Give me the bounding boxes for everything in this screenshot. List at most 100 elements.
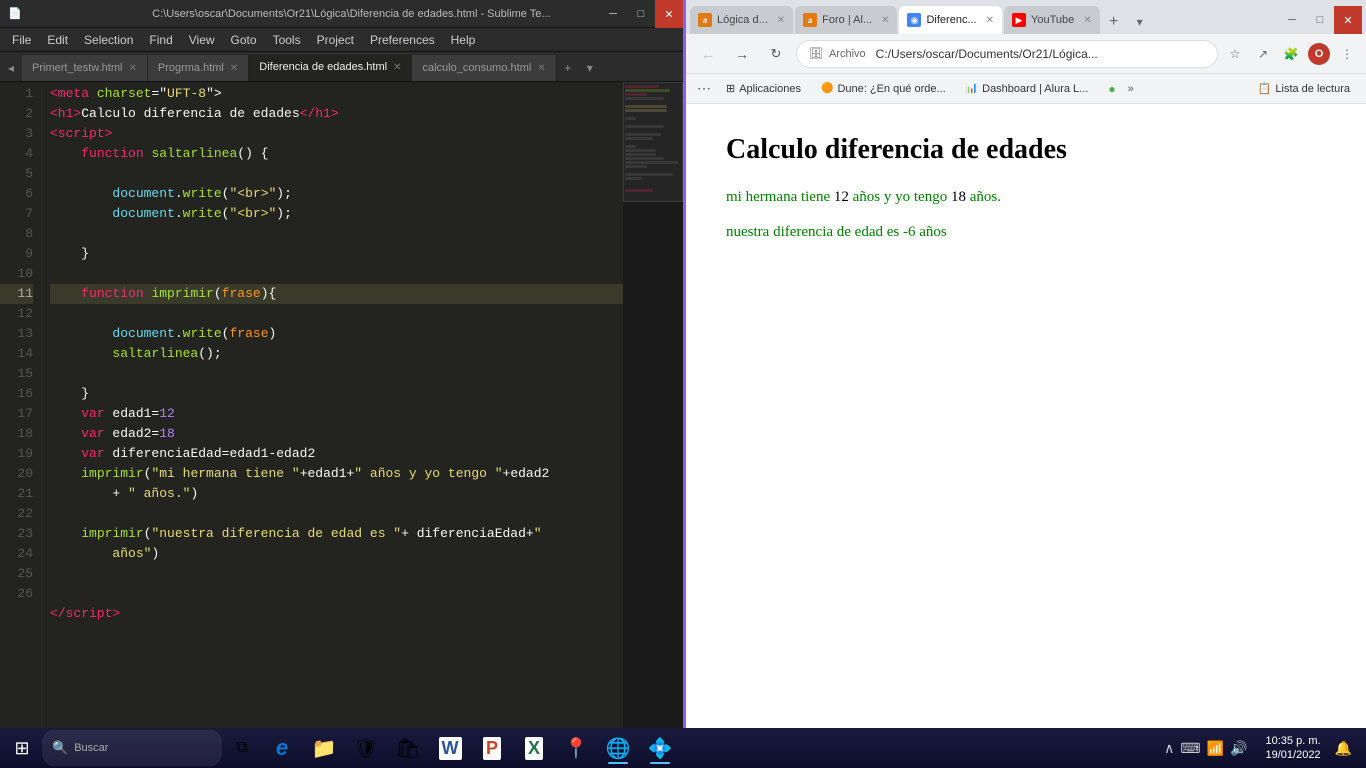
security-icon: 🛡 xyxy=(353,736,378,761)
browser-tab-youtube[interactable]: ▶ YouTube ✕ xyxy=(1004,6,1100,34)
taskview-button[interactable]: ⧉ xyxy=(224,730,260,766)
search-button[interactable]: 🔍 Buscar xyxy=(42,730,222,766)
maximize-button[interactable]: □ xyxy=(627,0,655,28)
code-line-11: function imprimir(frase){ xyxy=(50,284,623,304)
menu-preferences[interactable]: Preferences xyxy=(362,28,443,52)
menu-selection[interactable]: Selection xyxy=(76,28,141,52)
code-area[interactable]: <meta charset="UFT-8"> <h1>Calculo difer… xyxy=(42,82,623,746)
keyboard-icon[interactable]: ⌨ xyxy=(1180,740,1200,757)
code-line-2: <h1>Calculo diferencia de edades</h1> xyxy=(50,104,623,124)
taskbar-maps[interactable]: 📍 xyxy=(556,730,596,766)
bookmark-alura[interactable]: 📊 Dashboard | Alura L... xyxy=(958,78,1097,100)
menu-project[interactable]: Project xyxy=(309,28,362,52)
tab-close-primert[interactable]: ✕ xyxy=(128,63,136,74)
menu-edit[interactable]: Edit xyxy=(39,28,76,52)
code-line-7: document.write("<br>"); xyxy=(50,204,623,224)
menu-file[interactable]: File xyxy=(4,28,39,52)
browser-panel: a Lógica d... ✕ a Foro | Al... ✕ ◉ Difer… xyxy=(683,0,1366,768)
tab-label-logica: Lógica d... xyxy=(717,14,768,26)
extensions-icon[interactable]: 🧩 xyxy=(1280,43,1302,65)
circle-favicon: ● xyxy=(1108,82,1115,96)
share-icon[interactable]: ↗ xyxy=(1252,43,1274,65)
taskbar: ⊞ 🔍 Buscar ⧉ e 📁 🛡 🛍 W P X 📍 🌐 💠 ∧ ⌨ 📶 � xyxy=(0,728,1366,768)
tab-close-diferencia[interactable]: ✕ xyxy=(986,15,994,26)
editor-menubar: File Edit Selection Find View Goto Tools… xyxy=(0,28,683,52)
taskbar-store[interactable]: 🛍 xyxy=(388,730,428,766)
tab-close-calculo[interactable]: ✕ xyxy=(537,63,545,74)
code-line-13: document.write(frase) xyxy=(50,324,623,344)
taskbar-word[interactable]: W xyxy=(430,730,470,766)
taskbar-explorer[interactable]: 📁 xyxy=(304,730,344,766)
code-line-5 xyxy=(50,164,623,184)
taskbar-sublime[interactable]: 💠 xyxy=(640,730,680,766)
line-numbers: 1 2 3 4 5 6 7 8 9 10 11 12 13 14 15 16 1… xyxy=(0,82,42,746)
browser-tab-diferencia[interactable]: ◉ Diferenc... ✕ xyxy=(899,6,1002,34)
tab-primert[interactable]: Primert_testw.html ✕ xyxy=(22,55,148,81)
bookmark-circle[interactable]: ● xyxy=(1100,78,1123,100)
tab-close-diferencia[interactable]: ✕ xyxy=(393,62,401,73)
notification-button[interactable]: 🔔 xyxy=(1331,740,1356,757)
browser-window-controls: ─ □ ✕ xyxy=(1278,6,1362,34)
minimize-button[interactable]: ─ xyxy=(599,0,627,28)
clock[interactable]: 10:35 p. m. 19/01/2022 xyxy=(1258,734,1329,763)
menu-find[interactable]: Find xyxy=(141,28,180,52)
menu-view[interactable]: View xyxy=(181,28,223,52)
bookmark-aplicaciones[interactable]: ⊞ Aplicaciones xyxy=(718,78,809,100)
browser-maximize[interactable]: □ xyxy=(1306,6,1334,34)
tab-label-foro: Foro | Al... xyxy=(822,14,872,26)
hidden-icons-button[interactable]: ∧ xyxy=(1164,740,1174,757)
store-icon: 🛍 xyxy=(395,736,420,761)
tab-favicon-diferencia: ◉ xyxy=(907,13,921,27)
tab-overflow-button[interactable]: ▾ xyxy=(1128,10,1152,34)
code-line-25 xyxy=(50,564,623,584)
tab-add[interactable]: + xyxy=(557,55,579,81)
menu-tools[interactable]: Tools xyxy=(265,28,309,52)
taskbar-excel[interactable]: X xyxy=(514,730,554,766)
search-icon: 🔍 xyxy=(52,740,68,756)
start-button[interactable]: ⊞ xyxy=(4,730,40,766)
star-icon[interactable]: ☆ xyxy=(1224,43,1246,65)
network-icon[interactable]: 📶 xyxy=(1207,740,1224,757)
tab-label-diferencia: Diferenc... xyxy=(926,14,976,26)
taskbar-edge[interactable]: e xyxy=(262,730,302,766)
code-line-1: <meta charset="UFT-8"> xyxy=(50,84,623,104)
window-controls: ─ □ ✕ xyxy=(599,0,683,28)
browser-tab-foro[interactable]: a Foro | Al... ✕ xyxy=(795,6,897,34)
speaker-icon[interactable]: 🔊 xyxy=(1230,740,1247,757)
tab-nav-left[interactable]: ◂ xyxy=(0,55,22,81)
back-button[interactable]: ← xyxy=(694,40,722,68)
bookmarks-menu[interactable]: ⋯ xyxy=(694,79,714,99)
menu-help[interactable]: Help xyxy=(443,28,484,52)
bookmark-dune[interactable]: 🟠 Dune: ¿En qué orde... xyxy=(813,78,954,100)
browser-close[interactable]: ✕ xyxy=(1334,6,1362,34)
new-tab-button[interactable]: + xyxy=(1102,10,1126,34)
tab-close-progrma[interactable]: ✕ xyxy=(230,63,238,74)
editor-panel: 📄 C:\Users\oscar\Documents\Or21\Lógica\D… xyxy=(0,0,683,768)
tab-close-logica[interactable]: ✕ xyxy=(777,15,785,26)
forward-button[interactable]: → xyxy=(728,40,756,68)
tab-close-foro[interactable]: ✕ xyxy=(881,15,889,26)
clock-date: 19/01/2022 xyxy=(1266,748,1321,762)
address-bar[interactable]: 🗄 Archivo C:/Users/oscar/Documents/Or21/… xyxy=(796,40,1218,68)
browser-tab-logica[interactable]: a Lógica d... ✕ xyxy=(690,6,793,34)
tab-diferencia[interactable]: Diferencia de edades.html ✕ xyxy=(249,55,412,81)
tab-close-youtube[interactable]: ✕ xyxy=(1083,15,1091,26)
browser-minimize[interactable]: ─ xyxy=(1278,6,1306,34)
taskbar-powerpoint[interactable]: P xyxy=(472,730,512,766)
close-button[interactable]: ✕ xyxy=(655,0,683,28)
reading-list-button[interactable]: 📋 Lista de lectura xyxy=(1250,78,1358,100)
refresh-button[interactable]: ↻ xyxy=(762,40,790,68)
taskbar-chrome[interactable]: 🌐 xyxy=(598,730,638,766)
user-icon[interactable]: O xyxy=(1308,43,1330,65)
tab-calculo[interactable]: calculo_consumo.html ✕ xyxy=(412,55,556,81)
systray: ∧ ⌨ 📶 🔊 xyxy=(1156,730,1255,766)
editor-scroll[interactable]: 1 2 3 4 5 6 7 8 9 10 11 12 13 14 15 16 1… xyxy=(0,82,683,746)
tab-overflow[interactable]: ▾ xyxy=(579,55,601,81)
menu-goto[interactable]: Goto xyxy=(223,28,265,52)
settings-icon[interactable]: ⋮ xyxy=(1336,43,1358,65)
taskbar-security[interactable]: 🛡 xyxy=(346,730,386,766)
address-text: C:/Users/oscar/Documents/Or21/Lógica... xyxy=(876,47,1205,61)
minimap-content xyxy=(623,82,683,195)
tab-progrma[interactable]: Progrma.html ✕ xyxy=(148,55,249,81)
bookmarks-overflow[interactable]: » xyxy=(1128,83,1134,95)
